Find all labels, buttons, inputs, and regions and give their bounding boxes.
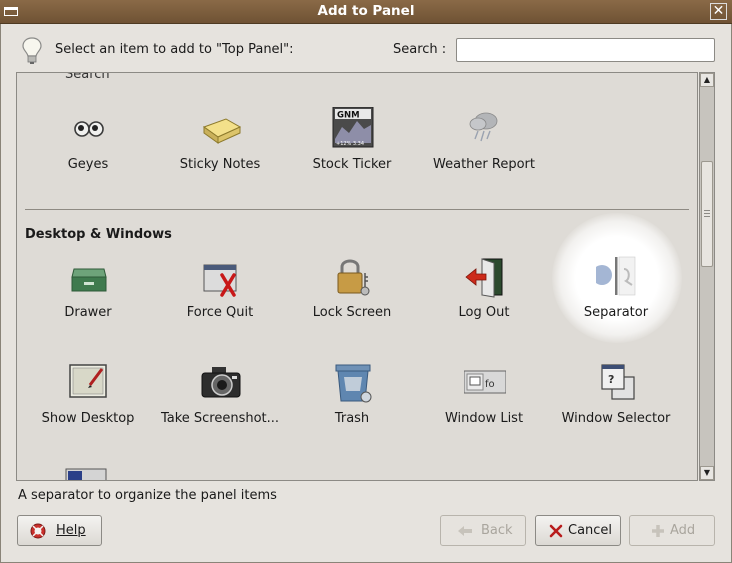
cancel-label: Cancel: [568, 523, 613, 538]
list-item-geyes[interactable]: Geyes: [23, 107, 153, 197]
item-label: Trash: [334, 411, 370, 426]
logout-icon: [465, 258, 503, 298]
list-item-force-quit[interactable]: Force Quit: [155, 255, 285, 345]
svg-text:?: ?: [608, 373, 614, 386]
item-label: Lock Screen: [312, 305, 392, 320]
item-label: Sticky Notes: [179, 157, 261, 172]
list-item-take-screenshot[interactable]: Take Screenshot...: [155, 361, 285, 451]
ticker-value: +12% 3.34: [336, 141, 364, 147]
lock-icon: [337, 259, 370, 296]
scroll-down-button[interactable]: ▼: [700, 466, 714, 480]
item-label: Drawer: [64, 305, 112, 320]
separator-icon: [596, 256, 636, 296]
item-label: Window Selector: [561, 411, 671, 426]
partial-item-icon: [65, 468, 107, 480]
search-label: Search :: [393, 42, 447, 57]
list-item-show-desktop[interactable]: Show Desktop: [23, 361, 153, 451]
add-button[interactable]: Add: [629, 515, 715, 546]
list-item-weather-report[interactable]: Weather Report: [419, 107, 549, 197]
list-item-stock-ticker[interactable]: GNM +12% 3.34 Stock Ticker: [287, 107, 417, 197]
help-icon: [30, 523, 46, 539]
force-quit-icon: [203, 264, 237, 297]
list-scrollbar[interactable]: ▲ ▼: [699, 72, 715, 481]
list-item-separator[interactable]: Separator: [551, 255, 681, 345]
search-input[interactable]: [456, 38, 715, 62]
cancel-x-icon: [549, 524, 563, 538]
cancel-button[interactable]: Cancel: [535, 515, 621, 546]
trash-icon: [335, 364, 372, 403]
item-label: Stock Ticker: [312, 157, 392, 172]
item-label: Force Quit: [186, 305, 254, 320]
list-item-window-list[interactable]: fo Window List: [419, 361, 549, 451]
item-label: Geyes: [67, 157, 109, 172]
add-plus-icon: [652, 525, 664, 537]
window-list-icon: fo: [464, 370, 506, 394]
window-title: Add to Panel: [317, 3, 415, 19]
geyes-icon: [74, 121, 104, 137]
weather-icon: [469, 112, 498, 142]
back-label: Back: [481, 523, 513, 538]
help-label: Help: [56, 523, 86, 538]
sticky-notes-icon: [202, 118, 242, 144]
item-label: Take Screenshot...: [160, 411, 280, 426]
item-label: Log Out: [458, 305, 510, 320]
svg-text:fo: fo: [485, 379, 495, 390]
list-item-drawer[interactable]: Drawer: [23, 255, 153, 345]
item-description: A separator to organize the panel items: [18, 488, 277, 503]
list-item-window-selector[interactable]: ? Window Selector: [551, 361, 681, 451]
list-item-lock-screen[interactable]: Lock Screen: [287, 255, 417, 345]
section-divider: [25, 209, 689, 210]
stock-ticker-icon: GNM +12% 3.34: [332, 107, 374, 148]
window-menu-icon[interactable]: [4, 7, 18, 16]
back-button[interactable]: Back: [440, 515, 526, 546]
camera-icon: [201, 367, 241, 398]
ticker-symbol: GNM: [337, 111, 360, 121]
category-label-search: Search: [65, 72, 110, 82]
item-list[interactable]: Search Geyes Sticky Notes GNM +12% 3.34 …: [16, 72, 698, 481]
back-arrow-icon: [458, 526, 472, 536]
list-item-trash[interactable]: Trash: [287, 361, 417, 451]
window-titlebar: Add to Panel ✕: [0, 0, 732, 24]
show-desktop-icon: [69, 364, 107, 398]
add-label: Add: [670, 523, 696, 538]
help-button[interactable]: Help: [17, 515, 102, 546]
prompt-label: Select an item to add to "Top Panel":: [55, 42, 294, 57]
item-label: Window List: [444, 411, 524, 426]
item-label: Show Desktop: [41, 411, 135, 426]
item-label: Weather Report: [433, 157, 535, 172]
scroll-up-button[interactable]: ▲: [700, 73, 714, 87]
section-title-desktop-windows: Desktop & Windows: [25, 227, 172, 242]
list-item-log-out[interactable]: Log Out: [419, 255, 549, 345]
drawer-icon: [71, 268, 107, 292]
window-close-button[interactable]: ✕: [710, 3, 727, 20]
window-selector-icon: ?: [601, 364, 635, 400]
list-item-sticky-notes[interactable]: Sticky Notes: [155, 107, 285, 197]
lightbulb-icon: [22, 37, 42, 64]
item-label: Separator: [583, 305, 649, 320]
scroll-thumb[interactable]: [701, 161, 713, 267]
